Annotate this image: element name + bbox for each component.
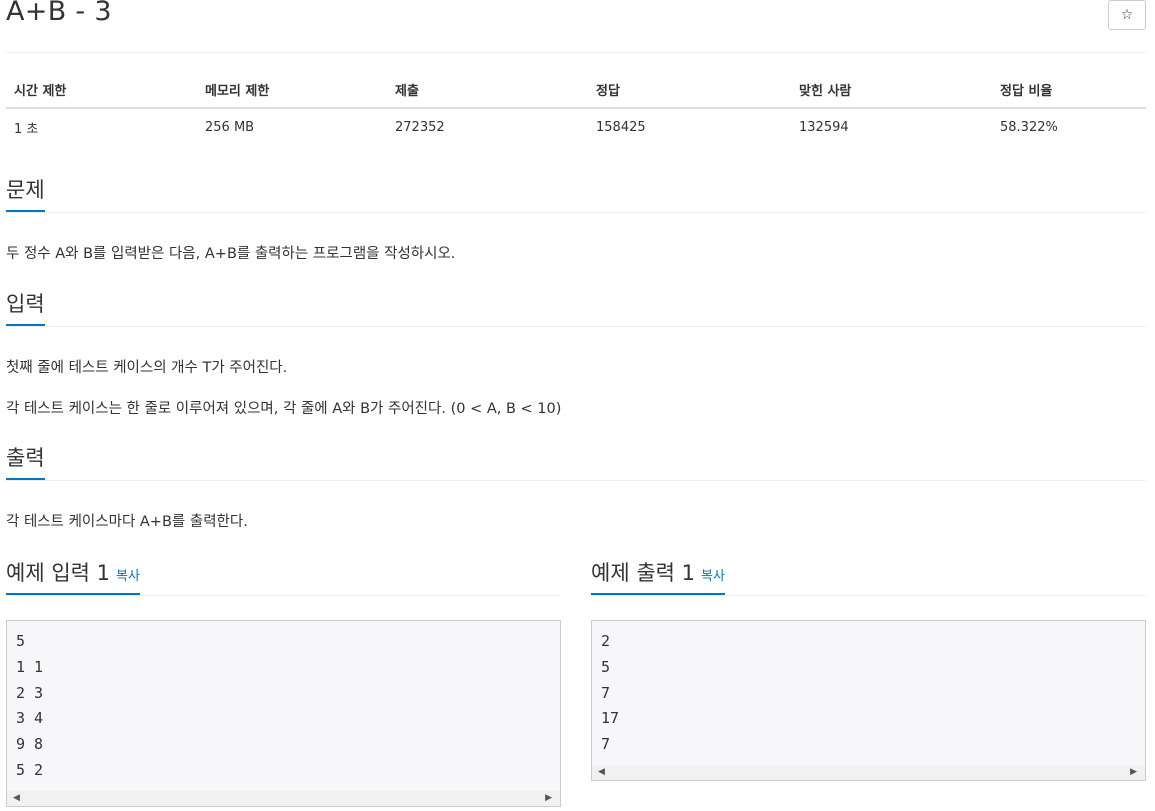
value-submissions: 272352 [395,119,445,135]
sample-output-scrollbar[interactable]: ◀ ▶ [592,765,1145,780]
sample-input-title-text: 예제 입력 1 [6,561,110,585]
section-problem-title-text: 문제 [6,178,45,202]
sample-input-content: 5 1 1 2 3 3 4 9 8 5 2 [16,632,44,779]
sample-output-title-text: 예제 출력 1 [591,561,695,585]
problem-page: A+B - 3 ☆ 시간 제한 메모리 제한 제출 정답 맞힌 사람 정답 비율… [6,0,1146,807]
header-submissions: 제출 [387,72,588,109]
sample-output-content: 2 5 7 17 7 [601,632,620,754]
value-memory-limit: 256 MB [205,119,255,135]
value-solved-users: 132594 [799,119,849,135]
scroll-right-icon[interactable]: ▶ [1130,767,1137,777]
info-value-row: 1 초 256 MB 272352 158425 132594 58.322% [6,108,1146,145]
sample-input-title: 예제 입력 1 복사 [6,559,140,595]
header-time-limit: 시간 제한 [6,72,197,109]
sample-input-header: 예제 입력 1 복사 [6,559,561,596]
sample-output-box[interactable]: 2 5 7 17 7 ◀ ▶ [591,620,1146,781]
section-input-title-text: 입력 [6,292,45,316]
header-memory-limit: 메모리 제한 [197,72,387,109]
sample-output-header: 예제 출력 1 복사 [591,559,1146,596]
favorite-star-button[interactable]: ☆ [1108,0,1146,30]
section-problem-title: 문제 [6,176,45,212]
scroll-right-icon[interactable]: ▶ [545,793,552,803]
sample-input-box[interactable]: 5 1 1 2 3 3 4 9 8 5 2 ◀ ▶ [6,620,561,807]
value-accept-ratio: 58.322% [1000,119,1058,135]
section-input-header: 입력 [6,290,1146,327]
section-input-title: 입력 [6,290,45,326]
sample-output-copy-button[interactable]: 복사 [701,569,725,584]
sample-output-title: 예제 출력 1 복사 [591,559,725,595]
input-description-line-2: 각 테스트 케이스는 한 줄로 이루어져 있으며, 각 줄에 A와 B가 주어진… [6,401,562,417]
problem-info-table: 시간 제한 메모리 제한 제출 정답 맞힌 사람 정답 비율 1 초 256 M… [6,72,1146,145]
problem-title: A+B - 3 [6,0,112,27]
scroll-left-icon[interactable]: ◀ [13,793,20,803]
header-accept-ratio: 정답 비율 [992,72,1146,109]
info-header-row: 시간 제한 메모리 제한 제출 정답 맞힌 사람 정답 비율 [6,72,1146,109]
output-description: 각 테스트 케이스마다 A+B를 출력한다. [6,514,248,530]
sample-input-copy-button[interactable]: 복사 [116,569,140,584]
problem-description: 두 정수 A와 B를 입력받은 다음, A+B를 출력하는 프로그램을 작성하시… [6,246,456,262]
value-accepted: 158425 [596,119,646,135]
problem-header: A+B - 3 ☆ [6,0,1146,53]
section-output-header: 출력 [6,444,1146,481]
sample-input-scrollbar[interactable]: ◀ ▶ [7,791,560,806]
header-accepted: 정답 [588,72,791,109]
header-solved-users: 맞힌 사람 [791,72,992,109]
scroll-left-icon[interactable]: ◀ [598,767,605,777]
input-description-line-1: 첫째 줄에 테스트 케이스의 개수 T가 주어진다. [6,360,288,376]
section-output-title-text: 출력 [6,446,45,470]
section-problem-header: 문제 [6,176,1146,213]
section-output-title: 출력 [6,444,45,480]
star-icon: ☆ [1120,7,1134,23]
value-time-limit: 1 초 [14,121,39,137]
